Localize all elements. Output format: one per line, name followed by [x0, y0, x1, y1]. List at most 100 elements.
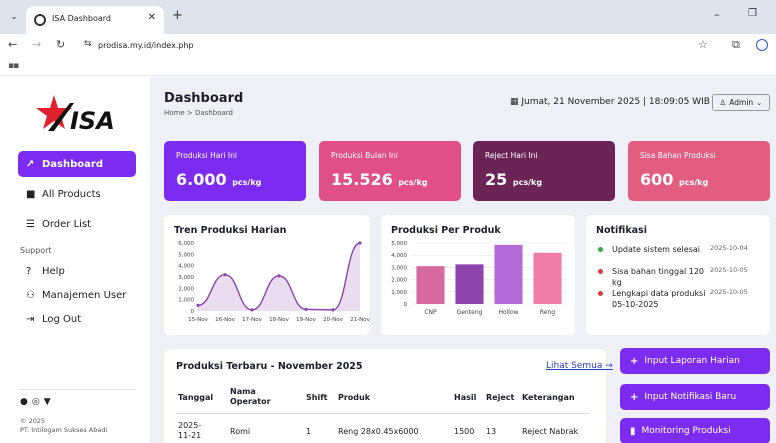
bar-cnp[interactable] — [416, 266, 445, 304]
table-cell: 1 — [306, 427, 312, 436]
stat-number: 6.000 — [176, 170, 227, 189]
sidebar-item-dashboard[interactable]: ↗ Dashboard — [18, 151, 136, 177]
monitoring-produksi-button[interactable]: ▮ Monitoring Produksi — [620, 418, 770, 443]
button-label: Input Laporan Harian — [644, 356, 740, 366]
trend-point[interactable] — [358, 241, 362, 245]
trend-chart-panel: Tren Produksi Harian 6,000 5,000 4,000 3,00… — [164, 215, 370, 335]
extensions-icon[interactable]: ⧉ — [732, 38, 740, 52]
apps-grid-icon[interactable]: ▪▪ — [8, 61, 19, 71]
stat-card-sisa-bahan: Sisa Bahan Produksi 600 pcs/kg — [628, 141, 770, 201]
minimize-window-icon[interactable]: – — [714, 8, 720, 21]
notifications-title: Notifikasi — [596, 225, 647, 236]
new-tab-icon[interactable]: + — [172, 8, 183, 23]
sidebar-item-label: Manajemen User — [42, 289, 127, 301]
admin-menu-button[interactable]: ♙ Admin ⌄ — [712, 94, 770, 111]
sidebar: ISA ↗ Dashboard ■ All Products ☰ Order L… — [0, 77, 150, 443]
user-icon: ♙ — [719, 98, 727, 107]
latest-production-title: Produksi Terbaru - November 2025 — [176, 361, 363, 372]
trend-point[interactable] — [304, 307, 308, 311]
notification-date: 2025-10-04 — [710, 244, 748, 252]
trend-point[interactable] — [277, 274, 281, 278]
twitter-icon[interactable]: ▼ — [44, 397, 55, 407]
button-label: Input Notifikasi Baru — [644, 392, 737, 402]
column-header: Shift — [306, 393, 328, 402]
y-tick-label: 0 — [404, 302, 408, 308]
stat-value: 600 pcs/kg — [640, 170, 708, 189]
trend-point[interactable] — [250, 308, 254, 312]
reload-icon[interactable]: ↻ — [56, 38, 65, 51]
notification-item[interactable]: Update sistem selesai 2025-10-04 — [598, 244, 768, 256]
table-cell: Romi — [230, 427, 251, 436]
status-dot-icon — [598, 269, 603, 274]
social-links: ●◎▼ — [20, 397, 55, 407]
stat-label: Sisa Bahan Produksi — [640, 151, 716, 160]
notification-item[interactable]: Lengkapi data produksi 05-10-2025 2025-1… — [598, 288, 768, 312]
sidebar-item-log-out[interactable]: ⇥ Log Out — [18, 306, 136, 332]
stat-number: 15.526 — [331, 170, 393, 189]
y-tick-label: 3,000 — [391, 265, 407, 271]
bar-hollow[interactable] — [494, 244, 523, 304]
sidebar-item-label: Order List — [42, 218, 92, 230]
x-tick-label: 21-Nov — [350, 317, 370, 323]
x-tick-label: Genteng — [457, 309, 483, 316]
trend-point[interactable] — [223, 273, 227, 277]
table-cell: 13 — [486, 427, 497, 436]
notification-item[interactable]: Sisa bahan tinggal 120 kg 2025-10-05 — [598, 266, 768, 287]
y-tick-label: 2,000 — [391, 278, 407, 284]
sidebar-item-order-list[interactable]: ☰ Order List — [18, 211, 136, 237]
tab-title: ISA Dashboard — [52, 14, 112, 23]
stat-unit: pcs/kg — [678, 178, 709, 187]
input-notifikasi-baru-button[interactable]: + Input Notifikasi Baru — [620, 384, 770, 410]
tab-list-chevron-icon[interactable]: ⌄ — [6, 9, 22, 25]
bar-genteng[interactable] — [455, 264, 484, 304]
address-bar[interactable]: ⇆ prodisa.my.id/index.php — [76, 37, 720, 55]
datetime-text: Jumat, 21 November 2025 | 18:09:05 WIB — [521, 97, 710, 107]
table-divider — [176, 413, 590, 414]
list-icon: ☰ — [26, 218, 35, 230]
sidebar-item-all-products[interactable]: ■ All Products — [18, 181, 136, 207]
facebook-icon[interactable]: ● — [20, 397, 32, 407]
users-icon: ⚇ — [26, 289, 35, 301]
bookmark-star-icon[interactable]: ☆ — [698, 38, 708, 51]
sidebar-item-label: Log Out — [42, 313, 82, 325]
back-icon[interactable]: ← — [8, 38, 17, 51]
current-datetime: ▦ Jumat, 21 November 2025 | 18:09:05 WIB — [510, 97, 710, 107]
notification-text: Sisa bahan tinggal 120 kg — [612, 267, 705, 287]
browser-tab[interactable]: ISA Dashboard ✕ — [26, 6, 164, 34]
x-tick-label: 20-Nov — [323, 317, 343, 323]
column-header: Reject — [486, 393, 515, 402]
site-info-icon[interactable]: ⇆ — [84, 39, 92, 49]
y-tick-label: 6,000 — [178, 241, 194, 247]
trend-chart: 6,000 5,000 4,000 3,000 2,000 1,000 0 15-Nov 16-… — [178, 241, 370, 323]
y-tick-label: 0 — [191, 309, 195, 315]
trend-point[interactable] — [196, 303, 200, 307]
forward-icon[interactable]: → — [32, 38, 41, 51]
sidebar-item-help[interactable]: ? Help — [18, 258, 136, 284]
table-cell: 2025-11-21 — [178, 421, 202, 440]
sidebar-section-support: Support — [20, 246, 52, 255]
restore-window-icon[interactable]: ❐ — [748, 8, 757, 19]
bar-reng[interactable] — [533, 252, 562, 304]
instagram-icon[interactable]: ◎ — [32, 397, 44, 407]
sidebar-item-label: All Products — [42, 188, 101, 200]
x-tick-label: CNP — [424, 309, 437, 316]
sidebar-item-manajemen-user[interactable]: ⚇ Manajemen User — [18, 282, 136, 308]
latest-production-panel: Produksi Terbaru - November 2025 Lihat S… — [164, 349, 613, 443]
close-tab-icon[interactable]: ✕ — [148, 12, 156, 23]
input-laporan-harian-button[interactable]: + Input Laporan Harian — [620, 348, 770, 374]
x-tick-label: 16-Nov — [215, 317, 235, 323]
notification-date: 2025-10-05 — [710, 266, 748, 274]
notifications-panel: Notifikasi Update sistem selesai 2025-10… — [586, 215, 770, 335]
x-tick-label: 17-Nov — [242, 317, 262, 323]
see-all-link[interactable]: Lihat Semua → — [546, 361, 613, 371]
column-header: Produk — [338, 393, 371, 402]
sidebar-item-label: Help — [42, 265, 65, 277]
stat-value: 6.000 pcs/kg — [176, 170, 261, 189]
profile-avatar-icon[interactable] — [756, 39, 768, 51]
stat-label: Produksi Bulan Ini — [331, 151, 398, 160]
y-tick-label: 1,000 — [391, 290, 407, 296]
trend-point[interactable] — [331, 308, 335, 312]
y-tick-label: 4,000 — [178, 264, 194, 270]
x-tick-label: Hollow — [498, 309, 518, 316]
box-icon: ■ — [26, 188, 36, 200]
